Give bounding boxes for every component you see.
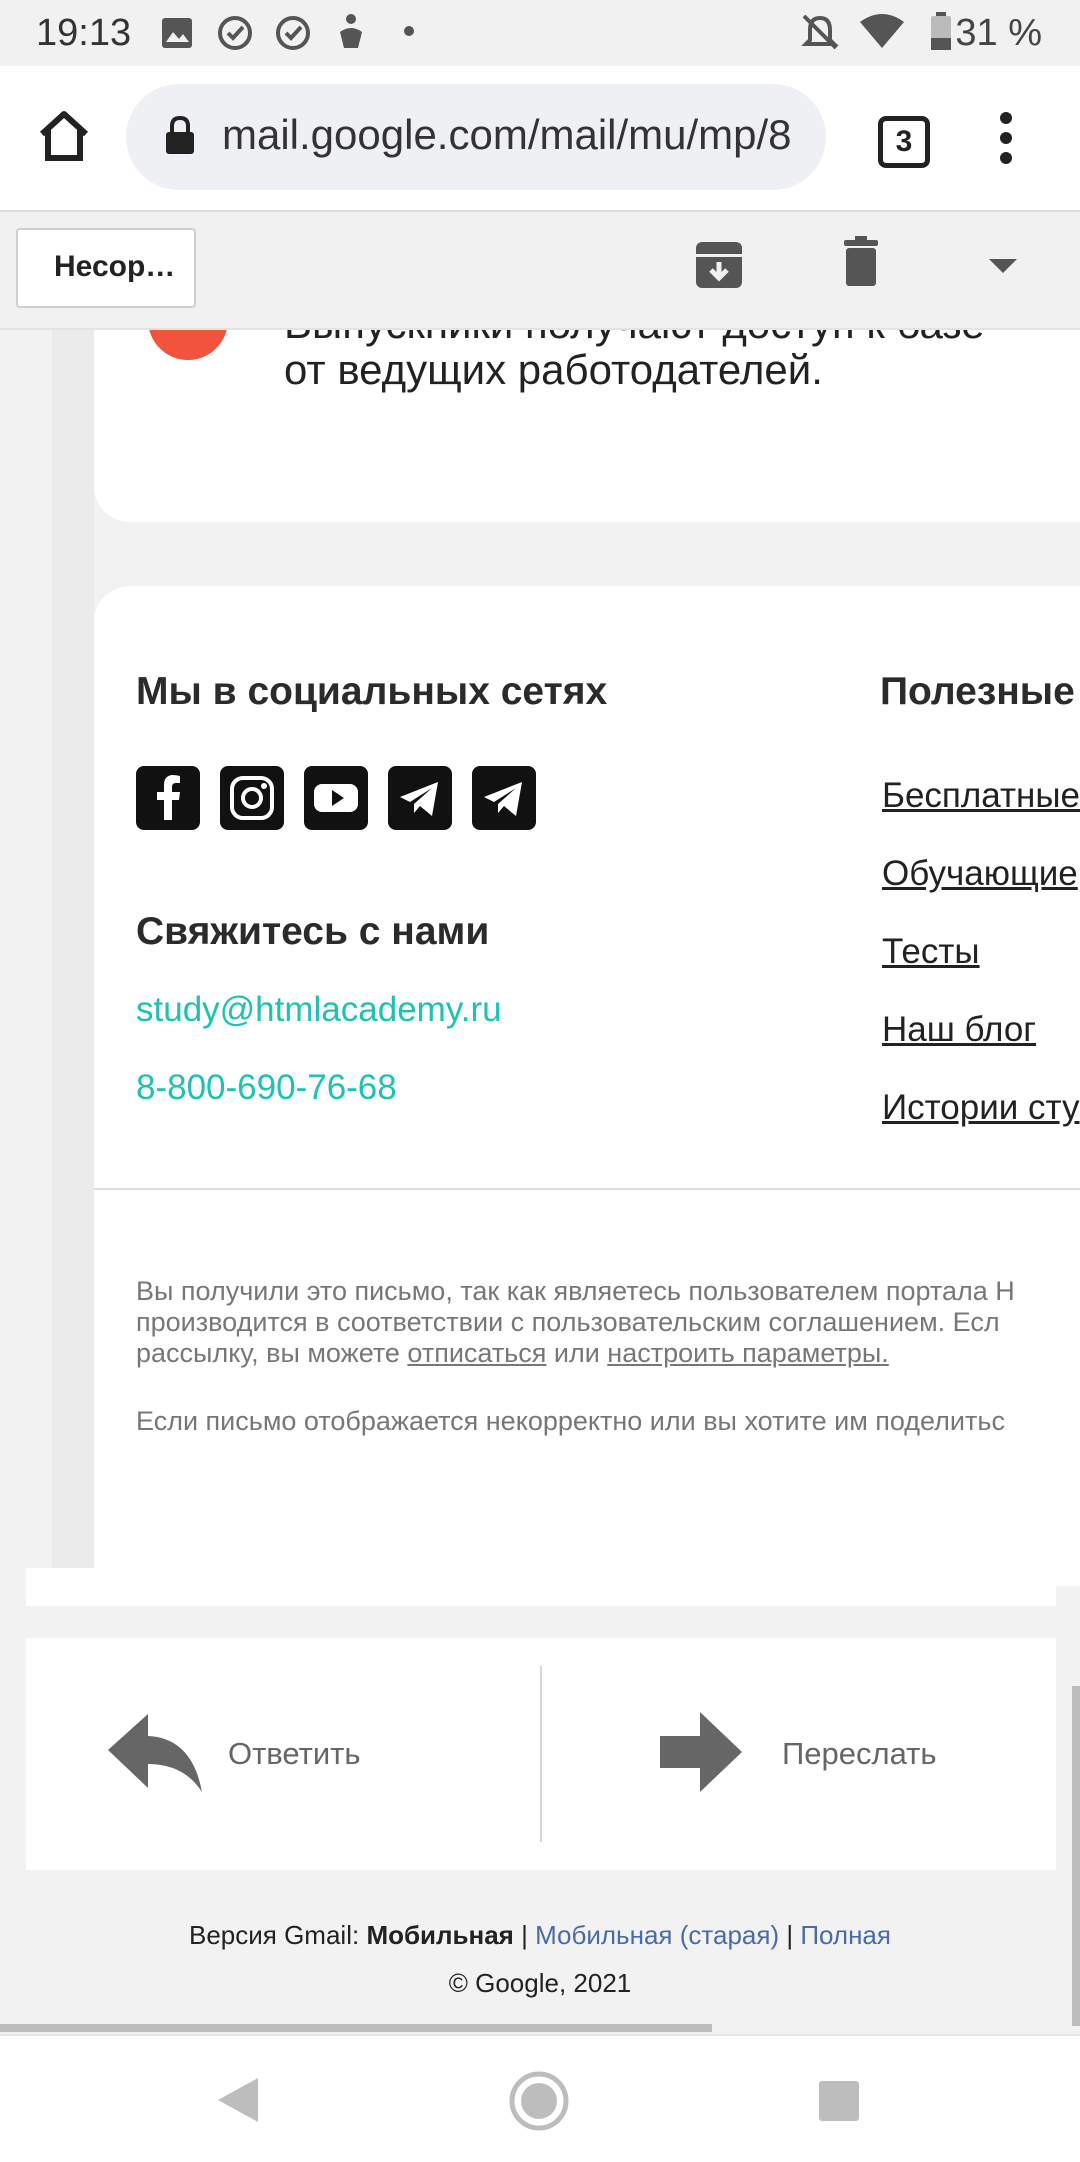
settings-link[interactable]: настроить параметры.: [607, 1338, 888, 1368]
fine-print-share: Если письмо отображается некорректно или…: [136, 1406, 1005, 1436]
fine-print-text: рассылку, вы можете: [136, 1338, 408, 1368]
fine-print-line: производится в соответствии с пользовате…: [136, 1307, 1000, 1337]
telegram-icon[interactable]: [472, 766, 536, 830]
email-card-footer: Мы в социальных сетях Полезные Бесплатны…: [94, 586, 1080, 1586]
fine-print-line: Вы получили это письмо, так как являетес…: [136, 1276, 1015, 1306]
tab-switcher-button[interactable]: 3: [878, 116, 930, 168]
link-tests[interactable]: Тесты: [882, 932, 980, 972]
home-icon[interactable]: [36, 108, 92, 164]
gmail-version-footer: Версия Gmail: Мобильная | Мобильная (ста…: [0, 1920, 1080, 1951]
reply-icon: [108, 1714, 202, 1792]
fine-print-line: рассылку, вы можете отписаться или настр…: [136, 1338, 1015, 1369]
back-to-inbox-button[interactable]: Несор…: [16, 228, 196, 308]
version-old-link[interactable]: Мобильная (старая): [535, 1920, 779, 1950]
social-heading: Мы в социальных сетях: [136, 670, 608, 713]
accessibility-icon: [340, 14, 362, 48]
url-text: mail.google.com/mail/mu/mp/8: [222, 111, 792, 158]
back-button-label: Несор…: [54, 250, 176, 283]
unsubscribe-link[interactable]: отписаться: [407, 1338, 546, 1368]
useful-heading: Полезные: [880, 670, 1075, 713]
version-prefix: Версия Gmail:: [189, 1920, 367, 1950]
instagram-icon[interactable]: [220, 766, 284, 830]
forward-button[interactable]: Переслать: [658, 1708, 978, 1798]
contact-phone-link[interactable]: 8-800-690-76-68: [136, 1068, 397, 1108]
telegram-icon[interactable]: [388, 766, 452, 830]
vertical-scrollbar[interactable]: [1072, 1686, 1080, 2026]
horizontal-scrollbar[interactable]: [0, 2024, 712, 2032]
browser-toolbar: mail.google.com/mail/mu/mp/8 3: [0, 66, 1080, 210]
address-bar[interactable]: mail.google.com/mail/mu/mp/8: [126, 84, 826, 190]
fine-print: Вы получили это письмо, так как являетес…: [136, 1276, 1015, 1369]
battery-percent: 31 %: [955, 12, 1042, 54]
delete-icon[interactable]: [842, 236, 880, 288]
link-free[interactable]: Бесплатные: [882, 776, 1080, 816]
recents-nav-icon[interactable]: [818, 2080, 860, 2122]
email-bottom-edge: [26, 1568, 1056, 1606]
image-icon: [162, 18, 192, 48]
fine-print-text: или: [546, 1338, 608, 1368]
version-full-link[interactable]: Полная: [800, 1920, 891, 1950]
home-nav-icon[interactable]: [508, 2070, 570, 2132]
chevron-down-icon[interactable]: [988, 258, 1018, 274]
email-left-margin: [52, 328, 94, 1568]
action-separator: [540, 1666, 542, 1842]
dot-icon: [404, 26, 414, 36]
version-separator: |: [513, 1920, 536, 1950]
gmail-message-header: Несор…: [0, 210, 1080, 330]
contact-email-link[interactable]: study@htmlacademy.ru: [136, 990, 502, 1030]
archive-icon[interactable]: [694, 240, 744, 290]
status-bar: 19:13 31 %: [0, 0, 1080, 66]
forward-icon: [660, 1712, 742, 1792]
version-current: Мобильная: [366, 1920, 514, 1950]
facebook-icon[interactable]: [136, 766, 200, 830]
reply-forward-bar: Ответить Переслать: [26, 1638, 1056, 1870]
status-time: 19:13: [36, 12, 132, 54]
back-nav-icon[interactable]: [216, 2076, 260, 2124]
lock-icon: [166, 116, 194, 154]
version-separator: |: [779, 1920, 801, 1950]
contact-heading: Свяжитесь с нами: [136, 910, 490, 953]
copyright: © Google, 2021: [448, 1968, 632, 1998]
link-courses[interactable]: Обучающие: [882, 854, 1078, 894]
footer-divider: [94, 1188, 1080, 1190]
youtube-icon[interactable]: [304, 766, 368, 830]
wifi-icon: [860, 14, 904, 48]
do-not-disturb-icon: [801, 14, 839, 50]
check-circle-icon: [276, 16, 310, 50]
reply-button[interactable]: Ответить: [106, 1708, 361, 1798]
reply-label: Ответить: [228, 1736, 361, 1771]
feature-text-line2: от ведущих работодателей.: [284, 346, 823, 393]
battery-icon: [931, 12, 951, 50]
link-stories[interactable]: Истории сту: [882, 1088, 1079, 1128]
check-circle-icon: [218, 16, 252, 50]
link-blog[interactable]: Наш блог: [882, 1010, 1036, 1050]
system-nav-bar: [0, 2034, 1080, 2162]
more-options-icon[interactable]: [996, 110, 1016, 166]
forward-label: Переслать: [782, 1736, 937, 1771]
